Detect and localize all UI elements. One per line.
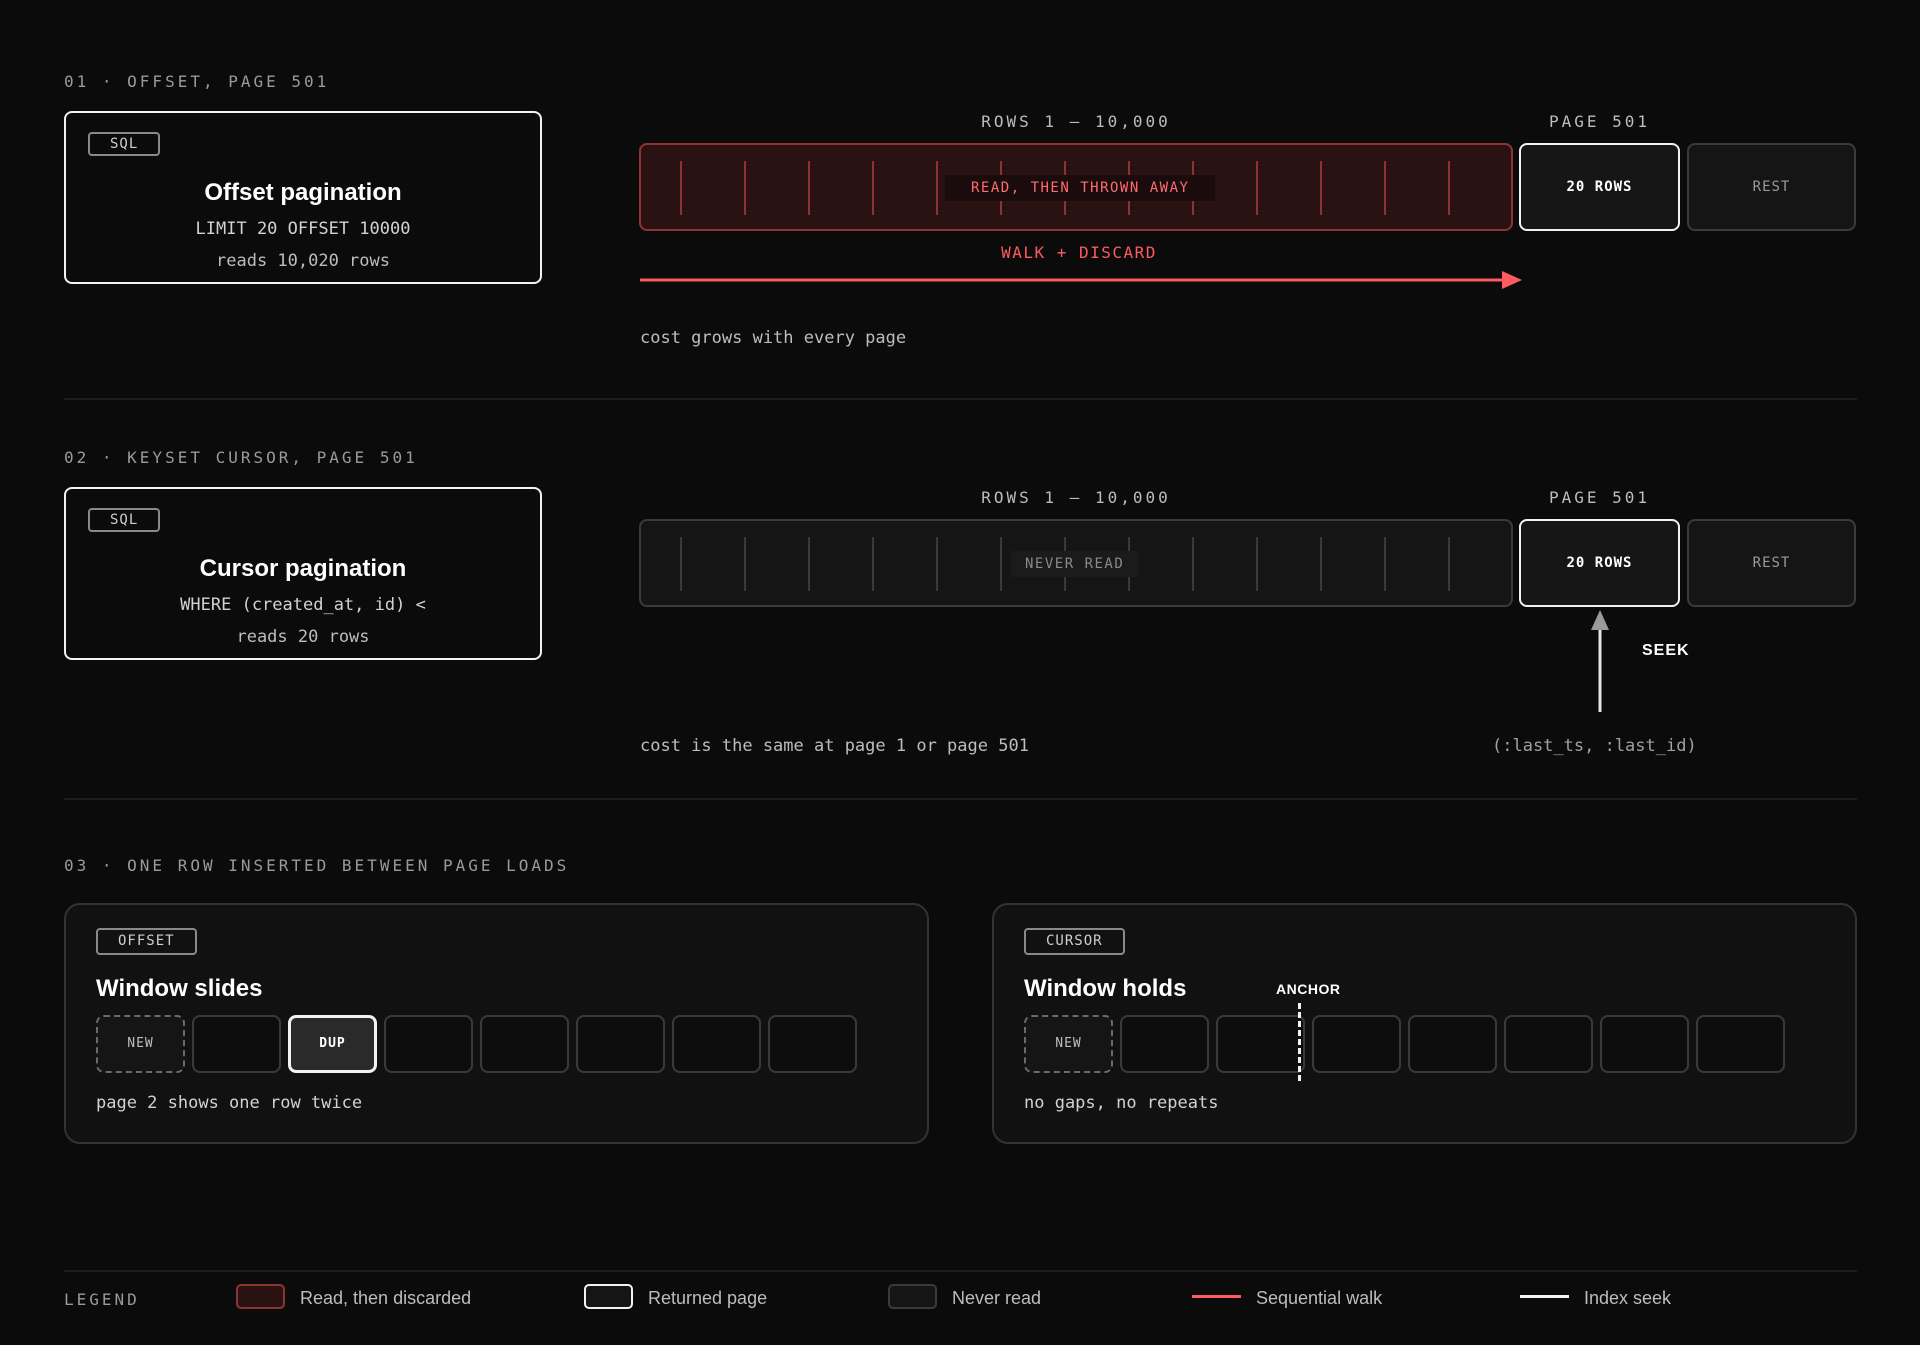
- row-cell: [768, 1015, 857, 1073]
- offset-window-panel: OFFSET Window slides NEW DUP page 2 show…: [64, 903, 929, 1144]
- offset-tag: OFFSET: [96, 928, 197, 955]
- row-tick: [680, 537, 682, 591]
- returned-swatch-icon: [584, 1284, 633, 1309]
- cost-note: cost grows with every page: [640, 328, 907, 348]
- row-cell: [1696, 1015, 1785, 1073]
- walk-discard-label: WALK + DISCARD: [1001, 243, 1157, 262]
- panel-title: Window slides: [96, 975, 263, 1002]
- section-divider: [64, 398, 1857, 400]
- row-tick: [680, 161, 682, 215]
- row-tick: [1384, 161, 1386, 215]
- white-line-icon: [1520, 1295, 1569, 1298]
- red-line-icon: [1192, 1295, 1241, 1298]
- row-cell: [1216, 1015, 1305, 1073]
- legend-item-index-seek: Index seek: [1584, 1288, 1672, 1308]
- sql-tag: SQL: [88, 132, 161, 156]
- seek-label: SEEK: [1642, 642, 1690, 659]
- new-row-cell: NEW: [96, 1015, 185, 1073]
- discarded-rows-bar: READ, THEN THROWN AWAY: [639, 143, 1513, 231]
- row-tick: [936, 537, 938, 591]
- rows-range-label: ROWS 1 – 10,000: [981, 488, 1171, 507]
- row-cell: [1120, 1015, 1209, 1073]
- row-tick: [808, 537, 810, 591]
- row-tick: [1256, 537, 1258, 591]
- row-cell: [1312, 1015, 1401, 1073]
- section-3-label: 03 · ONE ROW INSERTED BETWEEN PAGE LOADS: [64, 856, 570, 875]
- sql-tag: SQL: [88, 508, 161, 532]
- legend-divider: [64, 1270, 1857, 1272]
- bar-text: READ, THEN THROWN AWAY: [945, 175, 1216, 201]
- row-tick: [744, 161, 746, 215]
- cost-note: cost is the same at page 1 or page 501: [640, 736, 1029, 756]
- page-label: PAGE 501: [1548, 112, 1651, 131]
- panel-note: page 2 shows one row twice: [96, 1093, 363, 1113]
- row-cell: [672, 1015, 761, 1073]
- row-cell: [192, 1015, 281, 1073]
- never-read-swatch-icon: [888, 1284, 937, 1309]
- row-tick: [936, 161, 938, 215]
- returned-page-box: 20 ROWS: [1519, 143, 1680, 231]
- new-row-cell: NEW: [1024, 1015, 1113, 1073]
- panel-title: Window holds: [1024, 975, 1187, 1002]
- cursor-tag: CURSOR: [1024, 928, 1125, 955]
- card-code: WHERE (created_at, id) <: [180, 595, 426, 615]
- duplicate-row-cell: DUP: [288, 1015, 377, 1073]
- section-divider: [64, 798, 1857, 800]
- offset-sql-card: SQL Offset pagination LIMIT 20 OFFSET 10…: [64, 111, 542, 284]
- legend-item-never-read: Never read: [952, 1288, 1042, 1308]
- legend-item-discarded: Read, then discarded: [300, 1288, 472, 1308]
- section-2-label: 02 · KEYSET CURSOR, PAGE 501: [64, 448, 418, 467]
- never-read-rows-bar: NEVER READ: [639, 519, 1513, 607]
- row-tick: [1448, 537, 1450, 591]
- card-subtitle: reads 10,020 rows: [216, 251, 390, 271]
- row-tick: [744, 537, 746, 591]
- row-cell: [1504, 1015, 1593, 1073]
- row-tick: [872, 537, 874, 591]
- legend-item-sequential-walk: Sequential walk: [1256, 1288, 1383, 1308]
- row-tick: [1000, 537, 1002, 591]
- cursor-params: (:last_ts, :last_id): [1492, 736, 1697, 756]
- card-title: Cursor pagination: [199, 555, 407, 582]
- row-tick: [808, 161, 810, 215]
- rest-box: REST: [1687, 143, 1856, 231]
- card-title: Offset pagination: [204, 179, 402, 206]
- row-tick: [1320, 161, 1322, 215]
- page-label: PAGE 501: [1548, 488, 1651, 507]
- legend-title: LEGEND: [64, 1290, 140, 1309]
- panel-note: no gaps, no repeats: [1024, 1093, 1219, 1113]
- returned-page-box: 20 ROWS: [1519, 519, 1680, 607]
- sequential-walk-arrow: [640, 271, 1522, 289]
- discarded-swatch-icon: [236, 1284, 285, 1309]
- row-tick: [1448, 161, 1450, 215]
- index-seek-arrow: [1591, 610, 1609, 712]
- section-1-label: 01 · OFFSET, PAGE 501: [64, 72, 330, 91]
- row-cell: [480, 1015, 569, 1073]
- bar-text: NEVER READ: [1011, 551, 1139, 577]
- anchor-marker: [1298, 1003, 1301, 1081]
- card-code: LIMIT 20 OFFSET 10000: [195, 219, 411, 239]
- row-tick: [1256, 161, 1258, 215]
- row-cell: [576, 1015, 665, 1073]
- row-cell: [1600, 1015, 1689, 1073]
- cursor-sql-card: SQL Cursor pagination WHERE (created_at,…: [64, 487, 542, 660]
- row-cell: [384, 1015, 473, 1073]
- row-tick: [1384, 537, 1386, 591]
- cursor-window-panel: CURSOR Window holds ANCHOR NEW no gaps, …: [992, 903, 1857, 1144]
- row-cell: [1408, 1015, 1497, 1073]
- row-tick: [1192, 537, 1194, 591]
- legend-item-returned: Returned page: [648, 1288, 768, 1308]
- row-tick: [1320, 537, 1322, 591]
- card-subtitle: reads 20 rows: [236, 627, 370, 647]
- anchor-label: ANCHOR: [1276, 981, 1341, 997]
- rows-range-label: ROWS 1 – 10,000: [981, 112, 1171, 131]
- rest-box: REST: [1687, 519, 1856, 607]
- row-tick: [872, 161, 874, 215]
